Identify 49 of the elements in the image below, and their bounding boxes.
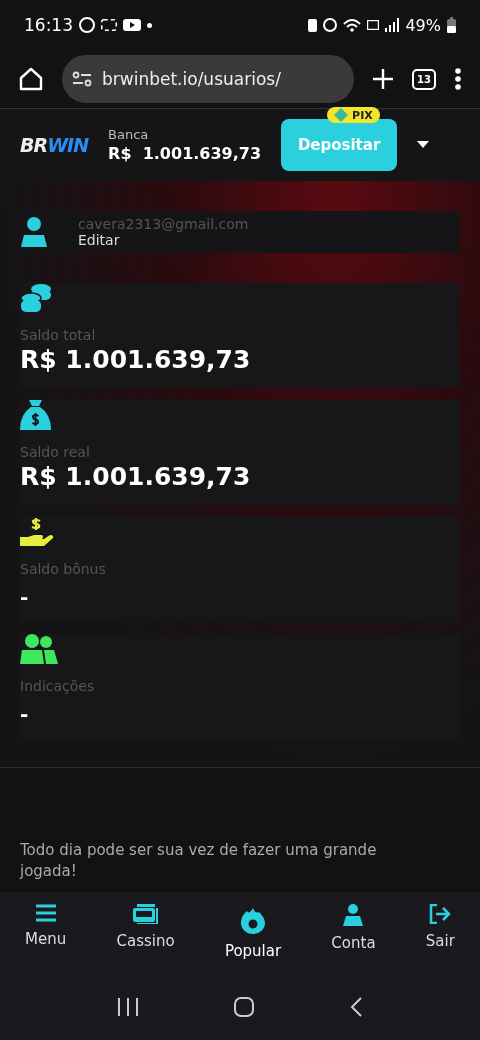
wifi-icon [343, 18, 362, 32]
caret-icon[interactable] [417, 141, 430, 149]
slot-machine-icon [132, 904, 159, 924]
nav-tab[interactable]: Sair [425, 904, 455, 950]
nav-tab[interactable]: Popular [224, 908, 282, 960]
card-value: R$ 1.001.639,73 [20, 462, 251, 491]
card-value: R$ 1.001.639,73 [20, 345, 251, 374]
user-icon [20, 216, 48, 248]
video-icon [123, 19, 141, 31]
home-button-icon[interactable] [233, 996, 255, 1018]
site-settings-icon[interactable] [72, 71, 92, 87]
dot-icon [147, 22, 152, 28]
nav-tab[interactable]: Menu [25, 904, 67, 948]
nav-tab[interactable]: Conta [331, 904, 376, 952]
slogan-text: Todo dia pode ser sua vez de fazer uma grande jogada! [20, 840, 378, 882]
card-value: - [20, 585, 29, 609]
logo-text: WIN [47, 134, 89, 156]
email-text: cavera2313@gmail.com [78, 216, 249, 232]
status-time: 16:13 [24, 15, 73, 35]
recent-apps-icon[interactable] [117, 997, 139, 1017]
screenshot-icon [101, 19, 117, 31]
people-icon [20, 634, 58, 664]
balance-amount: R$ 1.001.639,73 [108, 144, 262, 163]
menu-icon [35, 904, 56, 922]
nav-tab[interactable]: Cassino [116, 904, 175, 950]
address-bar[interactable]: brwinbet.io/usuarios/ [62, 55, 355, 103]
card-label: Saldo total [20, 327, 96, 343]
new-tab-icon[interactable] [372, 68, 395, 90]
card-label: Saldo bônus [20, 561, 106, 577]
logout-icon [429, 904, 452, 924]
back-icon[interactable] [349, 996, 363, 1018]
tab-count[interactable]: 13 [412, 68, 436, 90]
url-text: brwinbet.io/usuarios/ [102, 69, 281, 89]
flame-icon [241, 908, 265, 934]
user-icon [343, 904, 364, 926]
logo-text: BR [20, 134, 48, 156]
battery-level: 49% [405, 15, 441, 35]
battery-saver-icon [308, 18, 318, 32]
card-value: - [20, 702, 29, 726]
hand-coin-icon [20, 517, 54, 547]
card-label: Saldo real [20, 444, 90, 460]
home-icon[interactable] [18, 66, 44, 92]
edit-link[interactable]: Editar [78, 232, 249, 248]
balance-label: Banca [108, 127, 150, 142]
card-label: Indicações [20, 678, 95, 694]
signal-icon [385, 18, 400, 32]
more-icon[interactable] [454, 67, 462, 91]
battery-icon [447, 17, 456, 33]
pix-badge: PIX [327, 107, 380, 123]
